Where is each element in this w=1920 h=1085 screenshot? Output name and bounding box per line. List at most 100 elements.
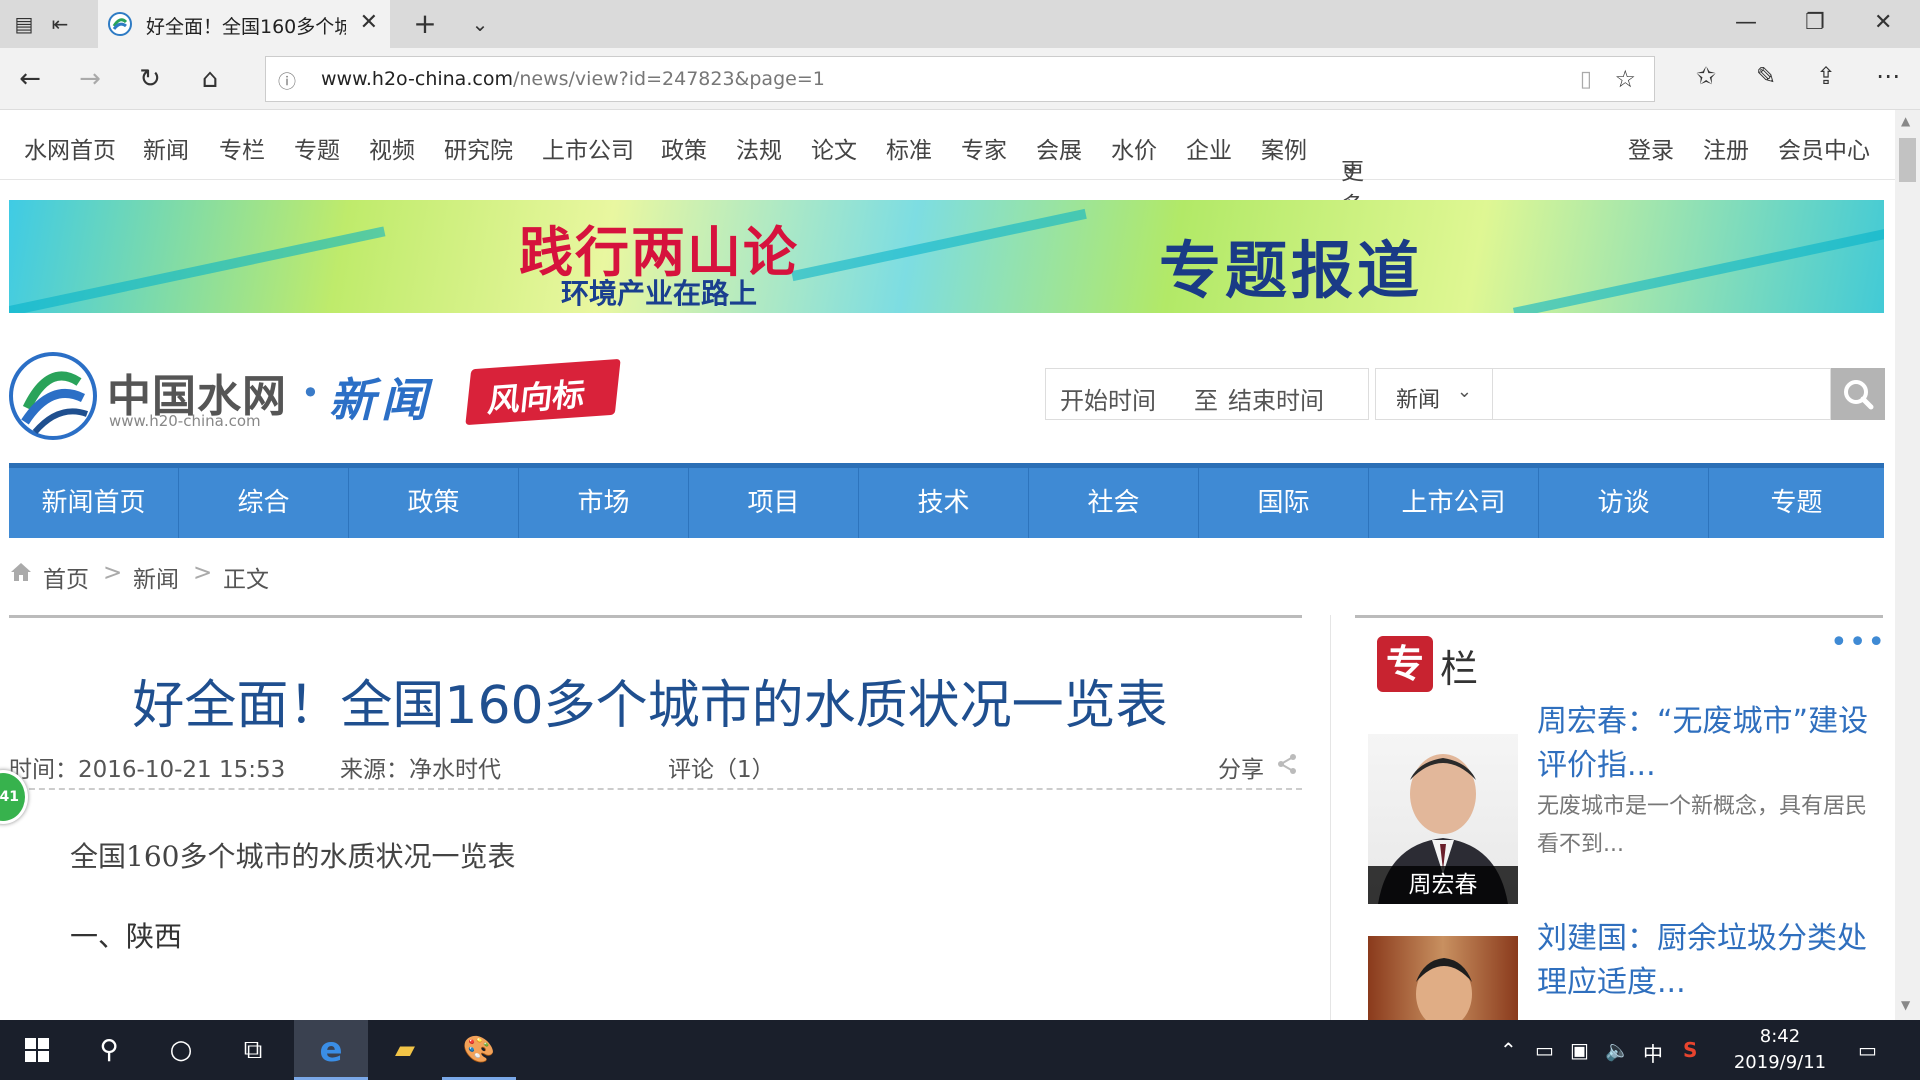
search-button[interactable] xyxy=(1831,368,1885,420)
column-headline[interactable]: 周宏春：“无废城市”建设评价指... xyxy=(1537,700,1877,788)
comment-link[interactable]: 评论（1） xyxy=(668,750,775,784)
address-bar[interactable]: ⓘ www.h2o-china.com/news/view?id=247823&… xyxy=(265,56,1655,102)
tray-expand-icon[interactable]: ⌃ xyxy=(1500,1038,1517,1062)
logo-dot: • xyxy=(301,374,320,412)
column-headline[interactable]: 刘建国：厨余垃圾分类处理应适度... xyxy=(1537,917,1877,1005)
channel-topic[interactable]: 专题 xyxy=(1709,468,1884,538)
breadcrumb-separator: > xyxy=(103,560,123,586)
nav-item-policy[interactable]: 政策 xyxy=(661,131,707,165)
action-center-icon[interactable]: ▭ xyxy=(1858,1038,1877,1062)
restore-icon[interactable]: ❐ xyxy=(1805,10,1825,35)
meta-divider xyxy=(9,788,1302,790)
channel-interview[interactable]: 访谈 xyxy=(1539,468,1709,538)
browser-tab[interactable]: 好全面！全国160多个城 ✕ xyxy=(98,0,390,48)
new-tab-icon[interactable]: + xyxy=(413,10,437,38)
nav-item-listed[interactable]: 上市公司 xyxy=(542,131,634,165)
forward-icon[interactable]: → xyxy=(75,64,105,94)
nav-item-standard[interactable]: 标准 xyxy=(886,131,932,165)
minimize-icon[interactable]: — xyxy=(1735,10,1757,35)
network-icon[interactable]: ▣ xyxy=(1570,1038,1589,1062)
pen-notes-icon[interactable]: ✎ xyxy=(1756,62,1776,90)
share-label[interactable]: 分享 xyxy=(1218,750,1264,784)
channel-project[interactable]: 项目 xyxy=(689,468,859,538)
nav-item-water-price[interactable]: 水价 xyxy=(1111,131,1157,165)
close-window-icon[interactable]: ✕ xyxy=(1874,10,1892,35)
home-icon[interactable]: ⌂ xyxy=(195,64,225,94)
nav-item-law[interactable]: 法规 xyxy=(736,131,782,165)
page-scrollbar[interactable]: ▲ ▼ xyxy=(1895,110,1920,1020)
end-time-field[interactable]: 结束时间 xyxy=(1228,381,1324,416)
channel-policy[interactable]: 政策 xyxy=(349,468,519,538)
article-subheading: 一、陕西 xyxy=(70,920,183,953)
nav-item-home[interactable]: 水网首页 xyxy=(24,131,116,165)
column-more-icon[interactable]: ••• xyxy=(1830,625,1886,660)
battery-icon[interactable]: ▭ xyxy=(1535,1038,1554,1062)
column-description: 无废城市是一个新概念，具有居民看不到... xyxy=(1537,794,1868,857)
date-range-field[interactable]: 开始时间 至 结束时间 xyxy=(1045,368,1369,420)
more-menu-icon[interactable]: ⋯ xyxy=(1876,62,1900,90)
scroll-down-icon[interactable]: ▼ xyxy=(1901,998,1910,1012)
task-view-icon[interactable]: ⧉ xyxy=(216,1020,290,1080)
columnist-photo[interactable] xyxy=(1368,936,1518,1020)
ime-indicator[interactable]: 中 xyxy=(1643,1038,1663,1067)
tabs-aside-icon[interactable]: ⇤ xyxy=(48,12,72,36)
nav-item-paper[interactable]: 论文 xyxy=(811,131,857,165)
start-time-field[interactable]: 开始时间 xyxy=(1060,381,1156,416)
nav-item-case[interactable]: 案例 xyxy=(1261,131,1307,165)
file-explorer-icon[interactable]: ▰ xyxy=(368,1020,442,1080)
nav-item-video[interactable]: 视频 xyxy=(369,131,415,165)
article-title: 好全面！全国160多个城市的水质状况一览表 xyxy=(132,676,1168,736)
column-divider xyxy=(1330,615,1331,1020)
channel-news-home[interactable]: 新闻首页 xyxy=(9,468,179,538)
login-link[interactable]: 登录 xyxy=(1628,131,1674,165)
topic-banner[interactable]: 践行两山论 环境产业在路上 专题报道 xyxy=(9,200,1884,313)
article-paragraph: 全国160多个城市的水质状况一览表 xyxy=(70,840,516,873)
breadcrumb-news[interactable]: 新闻 xyxy=(133,560,179,594)
refresh-icon[interactable]: ↻ xyxy=(135,64,165,94)
close-tab-icon[interactable]: ✕ xyxy=(360,10,378,35)
columnist-photo[interactable]: 周宏春 xyxy=(1368,734,1518,904)
site-logo[interactable]: 中国水网 www.h20-china.com • 新闻 风向标 xyxy=(9,340,629,440)
nav-item-institute[interactable]: 研究院 xyxy=(444,131,513,165)
nav-item-expo[interactable]: 会展 xyxy=(1036,131,1082,165)
channel-international[interactable]: 国际 xyxy=(1199,468,1369,538)
logo-section: 新闻 xyxy=(329,373,433,427)
url-text[interactable]: www.h2o-china.com/news/view?id=247823&pa… xyxy=(321,68,825,90)
search-input[interactable] xyxy=(1493,369,1830,419)
channel-general[interactable]: 综合 xyxy=(179,468,349,538)
volume-icon[interactable]: 🔈 xyxy=(1605,1038,1630,1062)
browser-nav-bar: ← → ↻ ⌂ ⓘ www.h2o-china.com/news/view?id… xyxy=(0,48,1920,110)
start-button[interactable] xyxy=(0,1020,74,1080)
nav-item-column[interactable]: 专栏 xyxy=(219,131,265,165)
nav-item-expert[interactable]: 专家 xyxy=(961,131,1007,165)
article-source: 来源：净水时代 xyxy=(340,757,501,783)
category-select[interactable]: 新闻 ⌄ xyxy=(1375,368,1493,420)
scroll-up-icon[interactable]: ▲ xyxy=(1901,114,1910,128)
register-link[interactable]: 注册 xyxy=(1703,131,1749,165)
sogou-ime-icon[interactable]: S xyxy=(1683,1038,1697,1062)
reading-view-icon[interactable]: ▯ xyxy=(1580,67,1592,92)
breadcrumb-home[interactable]: 首页 xyxy=(43,560,89,594)
channel-market[interactable]: 市场 xyxy=(519,468,689,538)
nav-item-topic[interactable]: 专题 xyxy=(294,131,340,165)
paint-app-icon[interactable]: 🎨 xyxy=(442,1020,516,1080)
favorites-hub-icon[interactable]: ✩ xyxy=(1696,62,1716,90)
channel-listed[interactable]: 上市公司 xyxy=(1369,468,1539,538)
channel-tech[interactable]: 技术 xyxy=(859,468,1029,538)
system-clock[interactable]: 8:42 2019/9/11 xyxy=(1720,1024,1840,1076)
search-icon[interactable]: ⚲ xyxy=(72,1020,146,1080)
edge-browser-icon[interactable]: e xyxy=(294,1020,368,1080)
member-center-link[interactable]: 会员中心 xyxy=(1778,131,1870,165)
channel-society[interactable]: 社会 xyxy=(1029,468,1199,538)
scrollbar-thumb[interactable] xyxy=(1899,138,1916,182)
share-icon[interactable]: ⇪ xyxy=(1816,62,1836,90)
back-icon[interactable]: ← xyxy=(15,64,45,94)
cortana-icon[interactable]: ○ xyxy=(144,1020,218,1080)
favorite-star-icon[interactable]: ☆ xyxy=(1614,65,1636,93)
share-icon[interactable] xyxy=(1275,752,1299,776)
tab-actions-icon[interactable]: ▤ xyxy=(12,12,36,36)
nav-item-news[interactable]: 新闻 xyxy=(143,131,189,165)
nav-item-company[interactable]: 企业 xyxy=(1186,131,1232,165)
tab-list-chevron-icon[interactable]: ⌄ xyxy=(468,12,492,36)
site-info-icon[interactable]: ⓘ xyxy=(278,68,296,94)
